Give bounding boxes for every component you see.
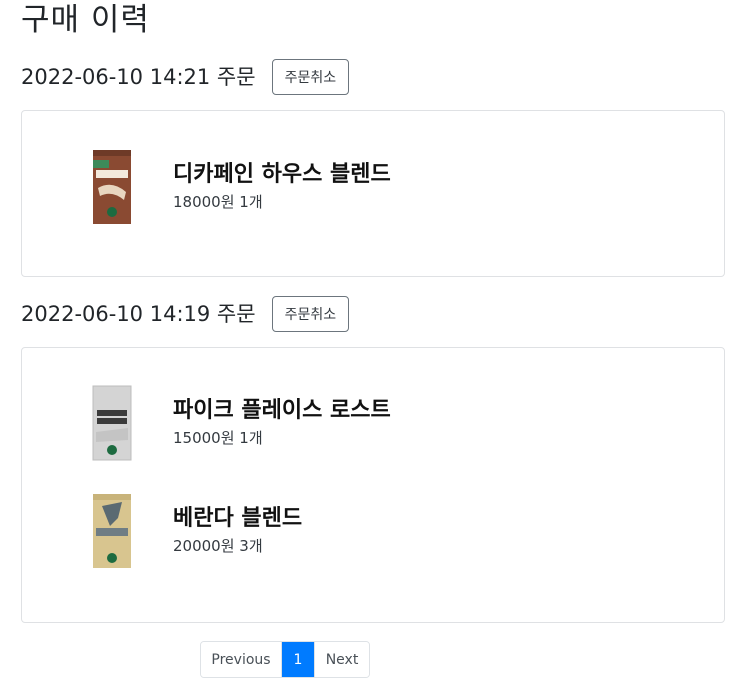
pike-place-roast-bag-icon [92,385,132,461]
previous-page-button[interactable]: Previous [201,642,282,677]
product-name: 베란다 블렌드 [173,506,303,531]
product-name: 디카페인 하우스 블렌드 [173,162,391,187]
page-1-button[interactable]: 1 [282,642,314,677]
decaf-house-blend-bag-icon [93,150,131,224]
pagination: Previous 1 Next [200,641,370,678]
cancel-order-button[interactable]: 주문취소 [271,296,350,332]
product-price-quantity: 15000원 1개 [173,429,263,447]
order-item: 파이크 플레이스 로스트 15000원 1개 [92,384,391,462]
order-card: 디카페인 하우스 블렌드 18000원 1개 [21,110,725,277]
product-name: 파이크 플레이스 로스트 [173,398,391,423]
product-price-quantity: 20000원 3개 [173,537,263,555]
order-item: 베란다 블렌드 20000원 3개 [92,492,302,570]
cancel-order-button[interactable]: 주문취소 [271,59,350,95]
order-header: 2022-06-10 14:21 주문 주문취소 [21,59,350,95]
order-date: 2022-06-10 14:21 주문 [21,65,256,89]
order-header: 2022-06-10 14:19 주문 주문취소 [21,296,350,332]
order-card: 파이크 플레이스 로스트 15000원 1개 베란다 블렌드 20000원 3개 [21,347,725,623]
order-item: 디카페인 하우스 블렌드 18000원 1개 [92,148,391,226]
page-title: 구매 이력 [21,2,150,38]
product-price-quantity: 18000원 1개 [173,193,263,211]
next-page-button[interactable]: Next [314,642,369,677]
order-date: 2022-06-10 14:19 주문 [21,302,256,326]
veranda-blend-bag-icon [93,494,131,568]
